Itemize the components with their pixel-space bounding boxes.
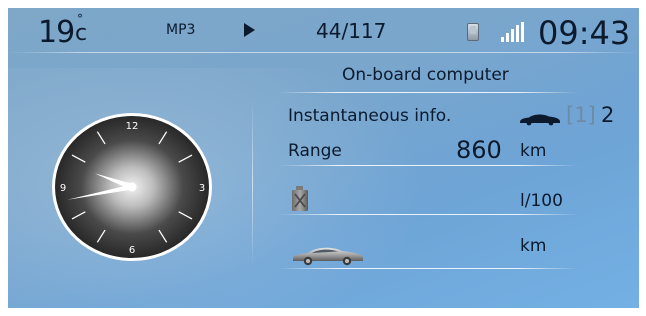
fuel-can-icon	[292, 186, 308, 211]
page-title: On-board computer	[342, 65, 509, 85]
car-icon	[520, 114, 560, 126]
distance-row-divider	[278, 268, 578, 269]
numeral-12: 12	[126, 121, 139, 132]
title-underline	[278, 92, 578, 93]
range-unit: km	[520, 141, 547, 161]
info-label[interactable]: Instantaneous info.	[288, 106, 451, 126]
clock-center-pin	[127, 182, 137, 192]
distance-unit: km	[520, 236, 547, 256]
range-label: Range	[288, 141, 342, 161]
degree-symbol: °	[77, 12, 83, 26]
consumption-unit: l/100	[520, 191, 563, 211]
trip-1-selector[interactable]: [1]	[566, 103, 596, 127]
phone-icon	[467, 23, 479, 41]
signal-strength-icon	[501, 22, 525, 42]
panel-divider	[252, 100, 253, 268]
numeral-9: 9	[60, 183, 66, 194]
temperature-unit: ° c	[75, 12, 87, 46]
status-bar-divider	[8, 52, 639, 53]
outside-temperature: 19	[38, 15, 75, 50]
consumption-row-divider	[278, 214, 578, 215]
play-icon[interactable]	[244, 23, 255, 37]
car-icon	[293, 247, 363, 266]
display-screen: 19 ° c MP3 44/117 09:43 12 3 6 9 On-boar…	[8, 8, 639, 308]
analog-clock: 12 3 6 9	[52, 113, 212, 261]
trip-2-selector[interactable]: 2	[601, 103, 614, 127]
track-position: 44/117	[316, 19, 387, 43]
numeral-6: 6	[129, 245, 135, 256]
digital-clock: 09:43	[538, 14, 631, 52]
range-row-divider	[278, 165, 578, 166]
audio-source[interactable]: MP3	[166, 22, 195, 38]
numeral-3: 3	[199, 183, 205, 194]
range-value: 860	[456, 136, 502, 164]
